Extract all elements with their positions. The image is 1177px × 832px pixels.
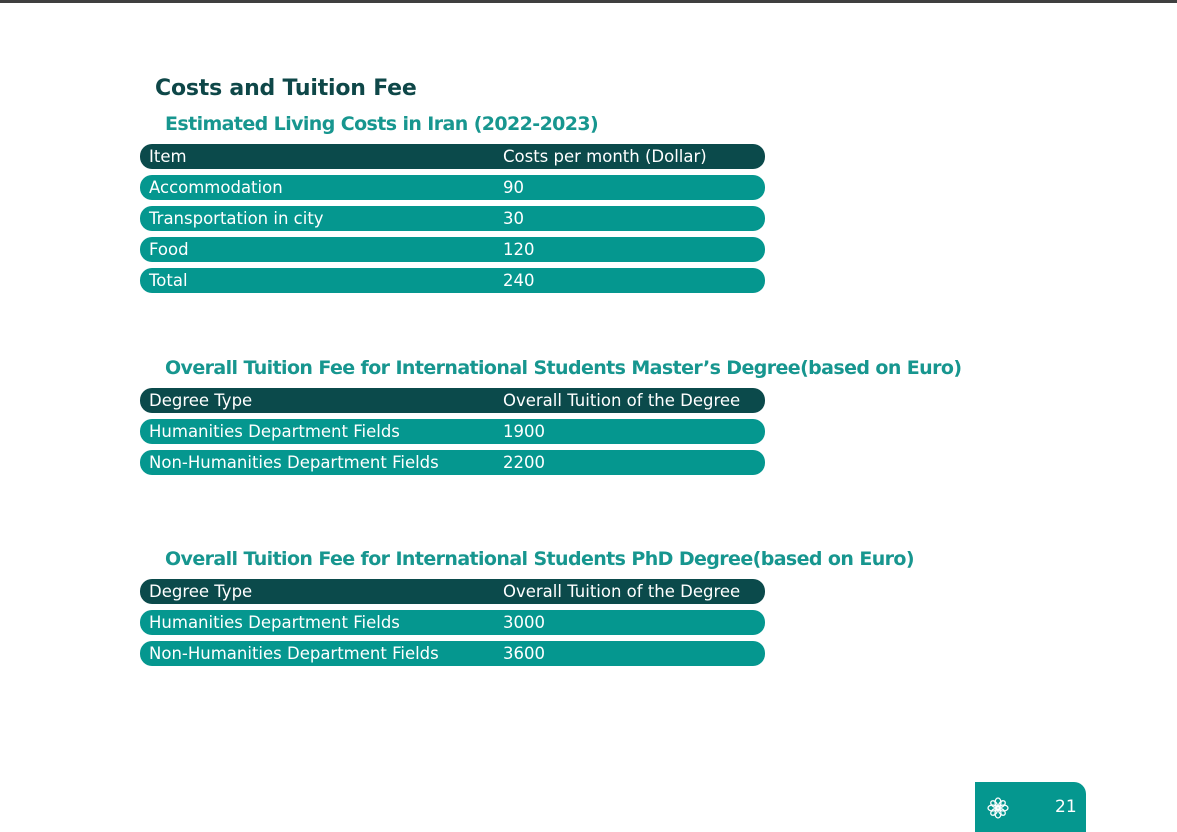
page-number: 21 [1055,797,1077,817]
table-row: Non-Humanities Department Fields 3600 [140,641,765,666]
page-number-badge: 21 [975,782,1086,832]
cell-item: Accommodation [149,178,283,197]
cell-degree-type: Non-Humanities Department Fields [149,644,439,663]
cell-cost: 90 [503,178,524,197]
cell-tuition: 3000 [503,613,545,632]
living-costs-header-row: Item Costs per month (Dollar) [140,144,765,169]
cell-tuition: 1900 [503,422,545,441]
cell-degree-type: Non-Humanities Department Fields [149,453,439,472]
phd-header-row: Degree Type Overall Tuition of the Degre… [140,579,765,604]
cell-item: Transportation in city [149,209,324,228]
page-title: Costs and Tuition Fee [155,76,417,101]
table-row: Transportation in city 30 [140,206,765,231]
table-row: Food 120 [140,237,765,262]
table-row: Accommodation 90 [140,175,765,200]
masters-tuition-title: Overall Tuition Fee for International St… [165,357,962,379]
column-header-degree-type: Degree Type [149,582,253,601]
cell-cost: 120 [503,240,535,259]
cell-degree-type: Humanities Department Fields [149,422,400,441]
table-row-total: Total 240 [140,268,765,293]
column-header-item: Item [149,147,187,166]
cell-degree-type: Humanities Department Fields [149,613,400,632]
cell-cost: 30 [503,209,524,228]
table-row: Non-Humanities Department Fields 2200 [140,450,765,475]
phd-tuition-title: Overall Tuition Fee for International St… [165,548,915,570]
masters-header-row: Degree Type Overall Tuition of the Degre… [140,388,765,413]
cell-tuition: 2200 [503,453,545,472]
cell-tuition: 3600 [503,644,545,663]
column-header-tuition: Overall Tuition of the Degree [503,582,741,601]
living-costs-title: Estimated Living Costs in Iran (2022-202… [165,113,599,135]
table-row: Humanities Department Fields 3000 [140,610,765,635]
column-header-tuition: Overall Tuition of the Degree [503,391,741,410]
top-divider [0,0,1177,3]
column-header-cost: Costs per month (Dollar) [503,147,707,166]
cell-cost: 240 [503,271,535,290]
flower-emblem-icon [987,797,1009,819]
cell-item: Food [149,240,189,259]
table-row: Humanities Department Fields 1900 [140,419,765,444]
cell-item: Total [149,271,188,290]
column-header-degree-type: Degree Type [149,391,253,410]
